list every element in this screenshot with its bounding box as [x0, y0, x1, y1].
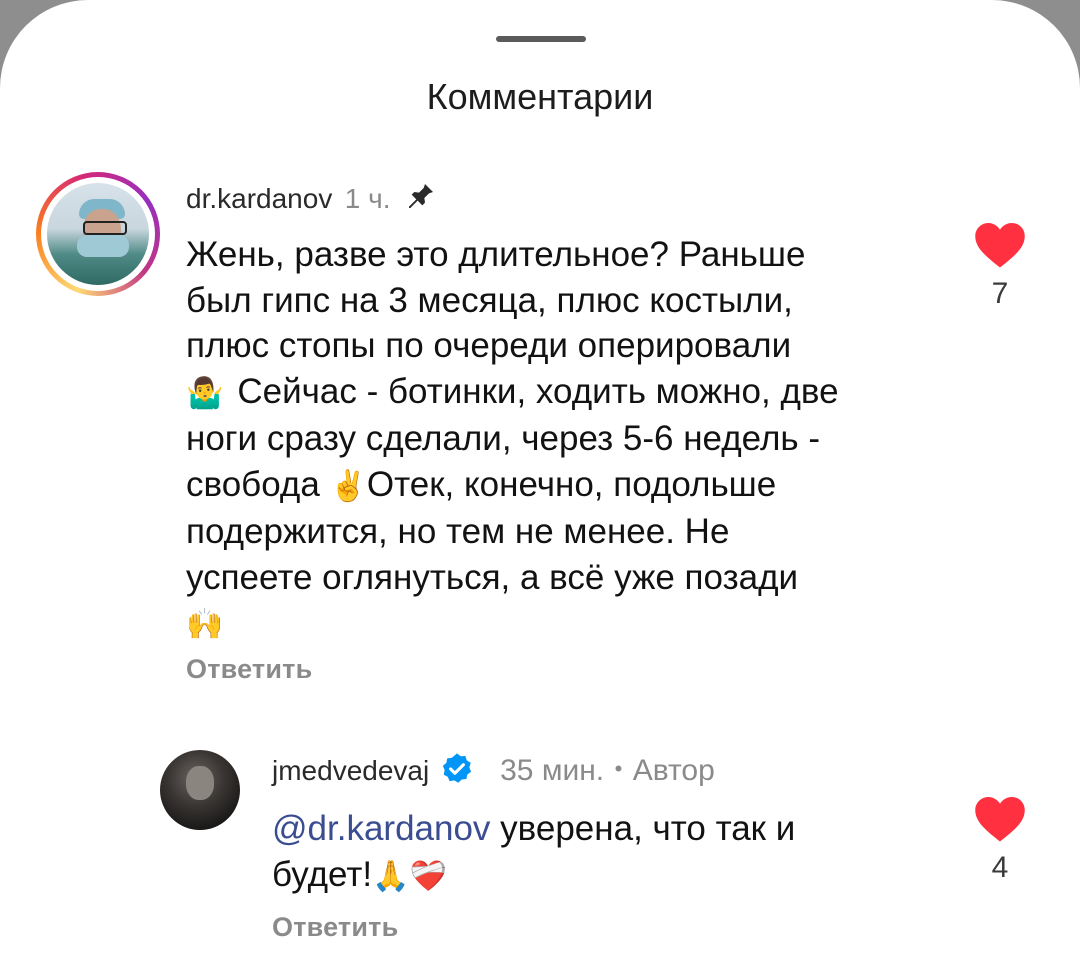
- like-control: 4: [970, 794, 1030, 885]
- heart-icon[interactable]: [970, 794, 1030, 849]
- avatar[interactable]: [36, 172, 160, 296]
- mending-heart-emoji: ❤️‍🩹: [409, 859, 447, 893]
- comment-line: успеете оглянуться, а всё уже позади: [186, 557, 799, 597]
- comment-line: будет!: [272, 854, 373, 894]
- comment-line: свобода: [186, 464, 320, 504]
- meta-separator: •: [614, 756, 623, 781]
- pin-icon: [405, 180, 437, 217]
- comments-sheet: Комментарии dr.kardanov 1 ч. Жень, разве…: [0, 0, 1080, 961]
- comment-line: подержится, но тем не менее. Не: [186, 512, 730, 551]
- author-label: Автор: [632, 754, 715, 787]
- comment-body: @dr.kardanov уверена, что так и будет!🙏❤…: [272, 806, 952, 899]
- like-count: 7: [991, 277, 1009, 310]
- comment-time: 35 мин.: [500, 754, 605, 787]
- heart-icon[interactable]: [970, 220, 1030, 275]
- comment-line: был гипс на 3 месяца, плюс костыли,: [186, 280, 793, 320]
- folded-hands-emoji: 🙏: [372, 859, 410, 893]
- victory-emoji: ✌️: [329, 469, 367, 503]
- drag-handle[interactable]: [496, 36, 586, 42]
- reply-button[interactable]: Ответить: [272, 912, 398, 943]
- comment-line: плюс стопы по очереди оперировали: [186, 326, 792, 365]
- reply-button[interactable]: Ответить: [186, 654, 312, 685]
- raising-hands-emoji: 🙌: [186, 608, 224, 641]
- comment-line: Отек, конечно, подольше: [366, 464, 777, 504]
- comment-line: уверена, что так и: [500, 809, 796, 848]
- comment-username[interactable]: dr.kardanov: [186, 183, 332, 214]
- comment-line: ноги сразу сделали, через 5-6 недель -: [186, 419, 821, 458]
- sheet-title: Комментарии: [426, 76, 654, 117]
- shrug-emoji: 🤷‍♂️: [186, 376, 224, 410]
- comment-body: Жень, разве это длительное? Раньше был г…: [186, 232, 946, 648]
- like-count: 4: [991, 851, 1009, 884]
- comment-username[interactable]: jmedvedevaj: [272, 755, 429, 786]
- comment-time: 1 ч.: [344, 183, 391, 214]
- like-control: 7: [970, 220, 1030, 311]
- mention-link[interactable]: @dr.kardanov: [272, 809, 490, 848]
- avatar[interactable]: [160, 750, 240, 830]
- verified-badge-icon: [440, 752, 474, 786]
- comment-line: Жень, разве это длительное? Раньше: [186, 235, 806, 274]
- comment-line: Сейчас - ботинки, ходить можно, две: [237, 371, 839, 411]
